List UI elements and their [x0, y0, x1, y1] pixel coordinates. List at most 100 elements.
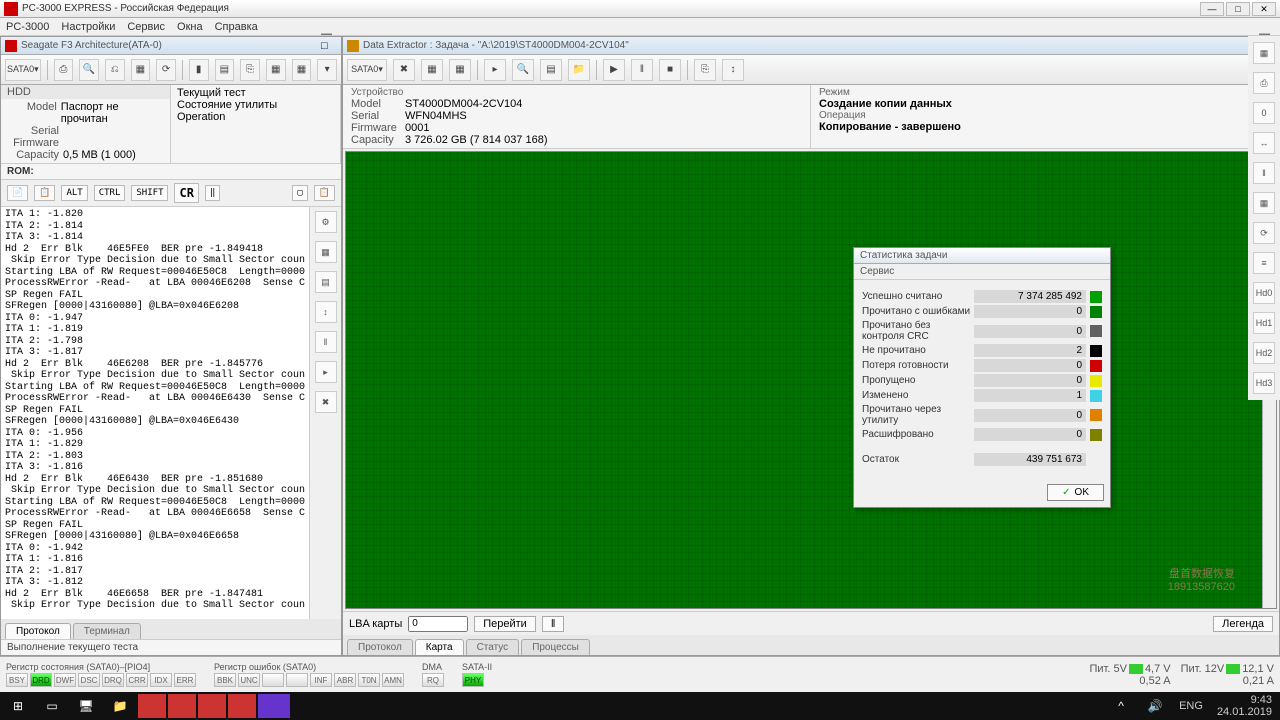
stat-value: 0	[974, 305, 1086, 318]
data-extractor-pane: Data Extractor : Задача - "A:\2019\ST400…	[342, 36, 1280, 656]
sata-selector[interactable]: SATA0▾	[5, 59, 41, 81]
minimize-button[interactable]: —	[1200, 2, 1224, 16]
sb-btn[interactable]: ▸	[315, 361, 337, 383]
tb-btn[interactable]: ⎌	[105, 59, 125, 81]
stat-label: Успешно считано	[862, 291, 974, 302]
tb-btn[interactable]: ▤	[540, 59, 562, 81]
tb-btn[interactable]: ✖	[393, 59, 415, 81]
close-button[interactable]: ✕	[1252, 2, 1276, 16]
tab-map[interactable]: Карта	[415, 639, 464, 655]
tb-btn[interactable]: ▸	[484, 59, 506, 81]
ok-button[interactable]: OK	[1047, 484, 1104, 501]
reg-cell: IDX	[150, 673, 172, 687]
rsb-btn[interactable]: ≡	[1253, 252, 1275, 274]
rsb-hd0[interactable]: Hd0	[1253, 282, 1275, 304]
ctrl-btn[interactable]: 📋	[314, 185, 335, 201]
reg-cell: CRR	[126, 673, 148, 687]
tb-btn[interactable]: 🔍	[79, 59, 99, 81]
tb-btn[interactable]: 🔍	[512, 59, 534, 81]
tab-processes[interactable]: Процессы	[521, 639, 590, 655]
tb-btn[interactable]: ⎘	[240, 59, 260, 81]
app-icon[interactable]	[168, 694, 196, 718]
rsb-hd3[interactable]: Hd3	[1253, 372, 1275, 394]
sb-btn[interactable]: ⚙	[315, 211, 337, 233]
sb-btn[interactable]: ‖	[315, 331, 337, 353]
tb-btn[interactable]: ▦	[421, 59, 443, 81]
color-swatch	[1090, 409, 1102, 421]
menu-item[interactable]: Сервис	[127, 21, 165, 33]
right-sidebar: ▦ ⎙ 0 ↔ ‖ ▦ ⟳ ≡ Hd0 Hd1 Hd2 Hd3	[1248, 36, 1280, 400]
sector-map[interactable]	[345, 151, 1277, 609]
rsb-hd2[interactable]: Hd2	[1253, 342, 1275, 364]
pane-min[interactable]: —	[321, 28, 337, 40]
app-icon[interactable]	[228, 694, 256, 718]
rsb-btn[interactable]: ↔	[1253, 132, 1275, 154]
menu-item[interactable]: Настройки	[61, 21, 115, 33]
tb-btn[interactable]: ⎘	[694, 59, 716, 81]
tb-btn[interactable]: ▦	[449, 59, 471, 81]
rsb-btn[interactable]: ▦	[1253, 42, 1275, 64]
pause-button[interactable]: ‖	[542, 616, 565, 632]
rsb-hd1[interactable]: Hd1	[1253, 312, 1275, 334]
tab-protocol[interactable]: Протокол	[347, 639, 413, 655]
ctrl-key[interactable]: CTRL	[94, 185, 126, 201]
rsb-btn[interactable]: ‖	[1253, 162, 1275, 184]
tab-status[interactable]: Cтатус	[466, 639, 520, 655]
legend-button[interactable]: Легенда	[1213, 616, 1273, 632]
menu-item[interactable]: PC-3000	[6, 21, 49, 33]
cr-key[interactable]: CR	[174, 183, 198, 203]
dialog-service[interactable]: Сервис	[854, 264, 1110, 280]
menu-item[interactable]: Окна	[177, 21, 203, 33]
ctrl-btn[interactable]: 📄	[7, 185, 28, 201]
app-icon[interactable]	[198, 694, 226, 718]
tb-btn[interactable]: ▤	[215, 59, 235, 81]
sb-btn[interactable]: ▤	[315, 271, 337, 293]
right-toolbar: SATA0▾ ✖ ▦ ▦ ▸ 🔍 ▤ 📁 ▶ ‖ ■ ⎘ ↕	[343, 55, 1279, 85]
stat-value: 0	[974, 325, 1086, 338]
tray-icon[interactable]: ^	[1105, 694, 1137, 718]
app-icon[interactable]	[258, 694, 290, 718]
tab-terminal[interactable]: Терминал	[73, 623, 141, 639]
folder-icon[interactable]: 📁	[104, 694, 136, 718]
start-button[interactable]: ⊞	[2, 694, 34, 718]
alt-key[interactable]: ALT	[61, 185, 87, 201]
pause-btn[interactable]: ‖	[631, 59, 653, 81]
tb-btn[interactable]: ▦	[131, 59, 151, 81]
sb-btn[interactable]: ▦	[315, 241, 337, 263]
sb-btn[interactable]: ↕	[315, 301, 337, 323]
pane-max[interactable]: □	[321, 40, 337, 52]
sata-selector[interactable]: SATA0▾	[347, 59, 387, 81]
rsb-btn[interactable]: ⟳	[1253, 222, 1275, 244]
rsb-btn[interactable]: ⎙	[1253, 72, 1275, 94]
stop-btn[interactable]: ■	[659, 59, 681, 81]
color-swatch	[1090, 390, 1102, 402]
tab-protocol[interactable]: Протокол	[5, 623, 71, 639]
tb-btn[interactable]: ▦	[266, 59, 286, 81]
taskview-button[interactable]: ▭	[36, 694, 68, 718]
stat-value: 0	[974, 374, 1086, 387]
maximize-button[interactable]: □	[1226, 2, 1250, 16]
app-icon[interactable]	[138, 694, 166, 718]
tb-btn[interactable]: ▦	[292, 59, 312, 81]
rsb-btn[interactable]: 0	[1253, 102, 1275, 124]
lba-input[interactable]	[408, 616, 468, 632]
tb-btn[interactable]: ▾	[317, 59, 337, 81]
tb-btn[interactable]: ↕	[722, 59, 744, 81]
ctrl-btn[interactable]: ▢	[292, 185, 307, 201]
explorer-icon[interactable]: 🖥	[70, 694, 102, 718]
play-btn[interactable]: ▶	[603, 59, 625, 81]
terminal-log[interactable]: ITA 1: -1.820 ITA 2: -1.814 ITA 3: -1.81…	[1, 207, 309, 619]
tb-btn[interactable]: 📁	[568, 59, 590, 81]
sb-btn[interactable]: ✖	[315, 391, 337, 413]
reg-cell: DWF	[54, 673, 76, 687]
pause-btn[interactable]: ‖	[205, 185, 220, 201]
goto-button[interactable]: Перейти	[474, 616, 536, 632]
ctrl-btn[interactable]: 📋	[34, 185, 55, 201]
shift-key[interactable]: SHIFT	[131, 185, 168, 201]
tb-btn[interactable]: ⎙	[54, 59, 74, 81]
rsb-btn[interactable]: ▦	[1253, 192, 1275, 214]
tb-btn[interactable]: ⟳	[156, 59, 176, 81]
tray-icon[interactable]: 🔊	[1139, 694, 1171, 718]
tb-btn[interactable]: ▮	[189, 59, 209, 81]
menu-item[interactable]: Справка	[215, 21, 258, 33]
